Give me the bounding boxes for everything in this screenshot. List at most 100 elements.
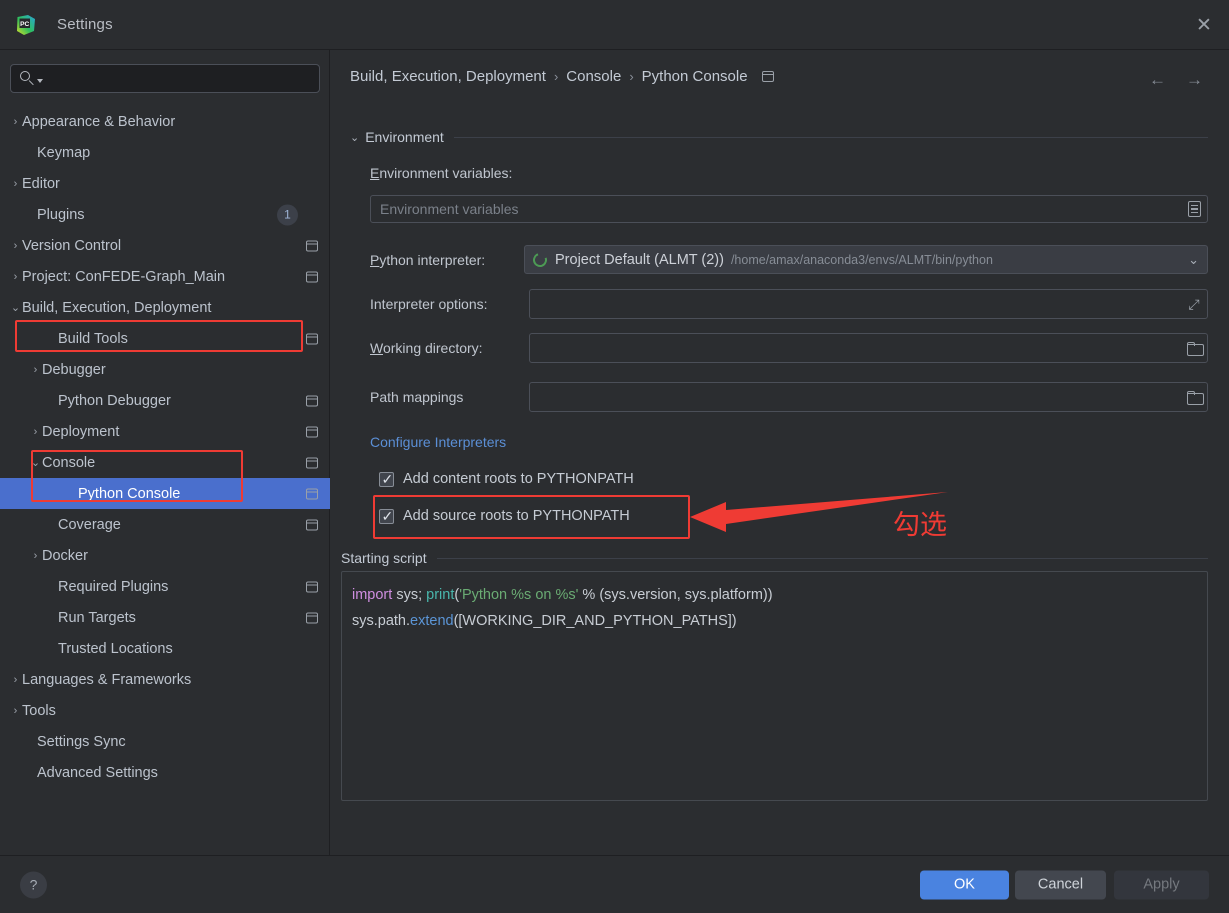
chevron-right-icon[interactable]: › (9, 240, 22, 252)
sidebar-item-label: Keymap (37, 144, 91, 161)
sidebar-item-advanced-settings[interactable]: Advanced Settings (0, 757, 330, 788)
project-scope-icon (306, 395, 318, 406)
interpreter-dropdown[interactable]: Project Default (ALMT (2)) /home/amax/an… (524, 245, 1208, 274)
sidebar-item-label: Coverage (58, 516, 121, 533)
sidebar-item-keymap[interactable]: Keymap (0, 137, 330, 168)
interpreter-options-input[interactable]: ⤢ (529, 289, 1208, 319)
sidebar-item-tools[interactable]: › Tools (0, 695, 330, 726)
breadcrumb-separator: › (629, 69, 634, 84)
env-vars-placeholder: Environment variables (380, 201, 519, 217)
sidebar-item-version-control[interactable]: › Version Control (0, 230, 330, 261)
help-button[interactable]: ? (20, 871, 47, 898)
sidebar-item-settings-sync[interactable]: Settings Sync (0, 726, 330, 757)
project-scope-icon (306, 488, 318, 499)
settings-content-panel: Build, Execution, Deployment › Console ›… (331, 50, 1229, 855)
chevron-right-icon[interactable]: › (9, 705, 22, 717)
code-token: sys; (392, 587, 427, 603)
sidebar-item-required-plugins[interactable]: Required Plugins (0, 571, 330, 602)
pycharm-logo-icon: PC (14, 13, 38, 37)
working-directory-label: Working directory: (370, 340, 483, 356)
sidebar-item-label: Languages & Frameworks (22, 671, 192, 688)
configure-interpreters-link[interactable]: Configure Interpreters (370, 434, 506, 450)
sidebar-item-docker[interactable]: › Docker (0, 540, 330, 571)
interpreter-options-label: Interpreter options: (370, 296, 488, 312)
code-line: sys.path.extend([WORKING_DIR_AND_PYTHON_… (352, 608, 1207, 634)
sidebar-item-label: Advanced Settings (37, 764, 158, 781)
folder-icon (1186, 342, 1204, 356)
chevron-right-icon[interactable]: › (9, 116, 22, 128)
sidebar-item-run-targets[interactable]: Run Targets (0, 602, 330, 633)
chevron-right-icon[interactable]: › (9, 178, 22, 190)
sidebar-item-label: Appearance & Behavior (22, 113, 176, 130)
chevron-right-icon[interactable]: › (9, 271, 22, 283)
breadcrumb-part-1[interactable]: Console (566, 68, 621, 85)
project-scope-icon (306, 271, 318, 282)
chevron-down-icon[interactable]: ⌄ (9, 301, 22, 314)
project-scope-icon (306, 333, 318, 344)
sidebar-item-label: Build Tools (58, 330, 128, 347)
settings-dialog: PC Settings ✕ › Appearance & Behavior Keym… (0, 0, 1229, 913)
chevron-right-icon[interactable]: › (29, 426, 42, 438)
checkbox-icon[interactable] (379, 507, 394, 525)
sidebar-item-label: Build, Execution, Deployment (22, 299, 212, 316)
sidebar-item-plugins[interactable]: Plugins 1 (0, 199, 330, 230)
path-mappings-input[interactable] (529, 382, 1208, 412)
starting-script-editor[interactable]: import sys; print('Python %s on %s' % (s… (341, 571, 1208, 801)
sidebar-item-build-execution-deployment[interactable]: ⌄ Build, Execution, Deployment (0, 292, 330, 323)
working-directory-browse-button[interactable] (1181, 336, 1207, 360)
breadcrumb-part-2[interactable]: Python Console (642, 68, 748, 85)
sidebar-item-debugger[interactable]: › Debugger (0, 354, 330, 385)
sidebar-item-trusted-locations[interactable]: Trusted Locations (0, 633, 330, 664)
interpreter-label: Python interpreter: (370, 252, 485, 268)
sidebar-item-console[interactable]: ⌄ Console (0, 447, 330, 478)
close-icon[interactable]: ✕ (1189, 10, 1219, 40)
cancel-button[interactable]: Cancel (1015, 870, 1106, 899)
sidebar-item-coverage[interactable]: Coverage (0, 509, 330, 540)
search-icon (20, 71, 35, 86)
sidebar-item-languages-frameworks[interactable]: › Languages & Frameworks (0, 664, 330, 695)
chevron-right-icon[interactable]: › (29, 550, 42, 562)
sidebar-item-label: Project: ConFEDE-Graph_Main (22, 268, 226, 285)
project-scope-icon (306, 240, 318, 251)
sidebar-item-project-confede-graph-main[interactable]: › Project: ConFEDE-Graph_Main (0, 261, 330, 292)
code-token: import (352, 587, 393, 603)
sidebar-item-label: Docker (42, 547, 88, 564)
settings-sidebar: › Appearance & Behavior Keymap › Editor Plugi… (0, 50, 330, 855)
chevron-right-icon[interactable]: › (9, 674, 22, 686)
back-arrow-icon[interactable]: ← (1149, 70, 1166, 90)
sidebar-item-editor[interactable]: › Editor (0, 168, 330, 199)
path-mappings-browse-button[interactable] (1181, 385, 1207, 409)
sidebar-item-python-console[interactable]: Python Console (0, 478, 330, 509)
sidebar-item-label: Settings Sync (37, 733, 126, 750)
search-input[interactable] (43, 70, 319, 87)
checkbox-add-source-roots-label: Add source roots to PYTHONPATH (403, 508, 630, 524)
plugins-update-badge: 1 (277, 204, 298, 225)
breadcrumb: Build, Execution, Deployment › Console ›… (350, 68, 774, 85)
env-vars-browse-button[interactable] (1181, 197, 1207, 221)
sidebar-item-label: Debugger (42, 361, 106, 378)
section-divider (436, 557, 1208, 559)
dialog-footer: ? OK Cancel Apply (0, 855, 1229, 913)
apply-button[interactable]: Apply (1114, 870, 1209, 899)
sidebar-item-label: Tools (22, 702, 56, 719)
checkbox-add-source-roots[interactable]: Add source roots to PYTHONPATH (379, 507, 630, 525)
checkbox-add-content-roots[interactable]: Add content roots to PYTHONPATH (379, 470, 634, 488)
interpreter-options-expand-button[interactable]: ⤢ (1181, 292, 1207, 316)
annotation-note-text: 勾选 (893, 510, 947, 541)
working-directory-input[interactable] (529, 333, 1208, 363)
checkbox-icon[interactable] (379, 470, 394, 488)
environment-section-header[interactable]: ⌄ Environment (350, 129, 1208, 145)
chevron-right-icon[interactable]: › (29, 364, 42, 376)
search-box[interactable] (10, 64, 320, 93)
project-scope-icon (306, 612, 318, 623)
env-vars-input[interactable]: Environment variables (370, 195, 1208, 223)
breadcrumb-part-0[interactable]: Build, Execution, Deployment (350, 68, 546, 85)
chevron-down-icon[interactable]: ⌄ (29, 456, 42, 469)
ok-button[interactable]: OK (920, 870, 1009, 899)
sidebar-item-label: Required Plugins (58, 578, 169, 595)
sidebar-item-python-debugger[interactable]: Python Debugger (0, 385, 330, 416)
forward-arrow-icon[interactable]: → (1186, 70, 1203, 90)
sidebar-item-build-tools[interactable]: Build Tools (0, 323, 330, 354)
sidebar-item-deployment[interactable]: › Deployment (0, 416, 330, 447)
sidebar-item-appearance-behavior[interactable]: › Appearance & Behavior (0, 106, 330, 137)
